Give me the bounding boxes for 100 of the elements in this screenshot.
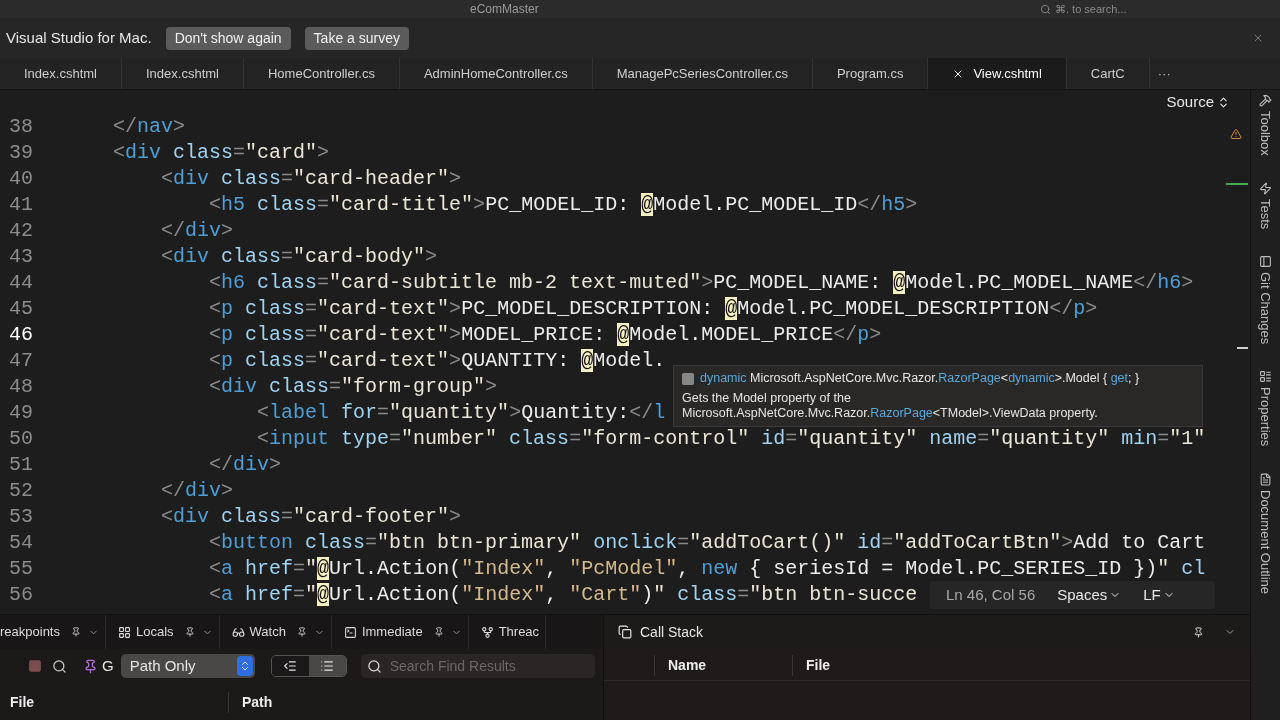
code-line: <h6 class="card-subtitle mb-2 text-muted">PC_MODEL_NAME: @Model.PC_MODEL_NAME</h6> [208,270,1194,296]
view-toggle[interactable] [308,656,346,676]
line-number: 41 [8,192,34,218]
updown-icon [1217,95,1230,109]
indentation-selector[interactable]: Spaces [1057,583,1122,607]
code-line: </div> [208,452,282,478]
search-icon [366,658,382,674]
column-header[interactable]: Path [228,691,273,713]
code-line: <div class="card-header"> [160,166,462,192]
column-header[interactable]: File [0,691,228,713]
side-panel-tab[interactable]: Properties [1255,370,1276,447]
code-line: </div> [160,478,234,504]
search-icon [1040,3,1051,15]
panel-icon [1259,255,1272,269]
line-number: 42 [8,218,34,244]
line-number: 56 [8,582,34,608]
code-line: <label for="quantity">Quantity:</l [256,400,666,426]
line-number: 50 [8,426,34,452]
code-line: </div> [160,218,234,244]
overview-mark [1237,347,1248,349]
info-button[interactable]: Don't show again [165,26,291,50]
line-number: 47 [8,348,34,374]
line-ending-selector[interactable]: LF [1143,583,1175,607]
more-tabs-button[interactable]: ··· [1149,58,1179,89]
call-stack-icon [618,625,632,639]
code-line: <input type="number" class="form-control" id="quantity" name="quantity" min="1" [256,426,1206,452]
file-tab[interactable]: Index.cshtml [0,58,122,89]
line-number: 49 [8,400,34,426]
code-line: <div class="card"> [112,140,330,166]
line-number: 45 [8,296,34,322]
window-title: eComMaster [470,2,539,16]
file-tab[interactable]: HomeController.cs [243,58,400,89]
tooltip-signature: dynamic Microsoft.AspNetCore.Mvc.Razor.RazorPage<dynamic>.Model { get; } [700,371,1140,386]
line-number: 44 [8,270,34,296]
pad-tab[interactable]: Locals [106,615,220,649]
panel-title: Call Stack [640,622,704,642]
side-panel-tab[interactable]: Toolbox [1255,94,1276,156]
code-line: <p class="card-text">PC_MODEL_DESCRIPTION: @Model.PC_MODEL_DESCRIPTION</p> [208,296,1098,322]
locals-icon [118,625,131,639]
code-line: <p class="card-text">MODEL_PRICE: @Model.MODEL_PRICE</p> [208,322,882,348]
line-number: 55 [8,556,34,582]
line-number: 43 [8,244,34,270]
panel-icon [1259,181,1272,195]
column-header[interactable]: File [792,655,831,676]
code-line: <div class="card-footer"> [160,504,462,530]
warning-icon [1230,128,1242,140]
line-number: 46 [8,322,34,348]
line-number: 51 [8,452,34,478]
overview-mark [1226,183,1248,185]
file-tab[interactable]: Index.cshtml [122,58,244,89]
stop-icon[interactable] [28,659,42,673]
cursor-position: Ln 46, Col 56 [946,584,1036,605]
side-panel-tab[interactable]: Tests [1255,181,1276,230]
side-panel-tab[interactable]: Document Outline [1255,472,1276,594]
file-tab[interactable]: View.cshtml [928,58,1067,89]
pad-tab[interactable]: Immediate [331,615,469,649]
side-panel-tab[interactable]: Git Changes [1255,255,1276,345]
line-number: 39 [8,140,34,166]
line-number: 38 [8,114,34,140]
panel-icon [1259,472,1272,486]
search-icon[interactable] [52,658,67,674]
list-icon [320,659,335,673]
column-header[interactable]: Name [654,655,792,676]
list-icon [283,659,298,673]
pin-icon[interactable] [1193,626,1204,638]
code-line: <div class="card-body"> [160,244,438,270]
file-tab[interactable]: AdminHomeController.cs [399,58,593,89]
search-field[interactable]: ⌘. to search... [1040,2,1127,16]
line-number: 40 [8,166,34,192]
immediate-icon [343,625,357,639]
code-line: <div class="form-group"> [208,374,498,400]
view-selector[interactable]: Source [1166,90,1230,114]
info-message: Visual Studio for Mac. [6,27,152,48]
file-tab[interactable]: ManagePcSeriesController.cs [592,58,813,89]
line-number: 52 [8,478,34,504]
line-number: 48 [8,374,34,400]
code-line: </nav> [112,114,186,140]
code-line: <p class="card-text">QUANTITY: @Model. [208,348,666,374]
tooltip-description: Gets the Model property of the Microsoft.AspNetCore.Mvc.Razor.RazorPage<TModel>.ViewData property. [682,391,1099,421]
line-number: 54 [8,530,34,556]
code-line: <button class="btn btn-primary" onclick="addToCart()" id="addToCartBtn">Add to Cart [208,530,1206,556]
file-tab[interactable]: CartC [1066,58,1150,89]
scope-select[interactable]: Path Only [120,654,255,678]
pin-icon[interactable] [184,627,195,637]
panel-icon [1259,370,1272,384]
pad-tab[interactable]: Threac [468,615,547,649]
code-line: <h5 class="card-title">PC_MODEL_ID: @Model.PC_MODEL_ID</h5> [208,192,918,218]
watch-icon [231,625,245,639]
pin-icon[interactable] [433,627,444,637]
property-icon [682,372,694,385]
info-button[interactable]: Take a survey [304,26,409,50]
pad-tab[interactable]: Watch [219,615,332,649]
group-label: G [102,655,114,676]
pad-tab[interactable]: reakpoints [0,615,106,649]
threads-icon [480,625,494,639]
pin-icon[interactable] [296,627,307,637]
line-number: 53 [8,504,34,530]
pin-icon[interactable] [71,627,81,637]
pin-icon[interactable] [83,658,98,674]
panel-icon [1259,94,1272,107]
